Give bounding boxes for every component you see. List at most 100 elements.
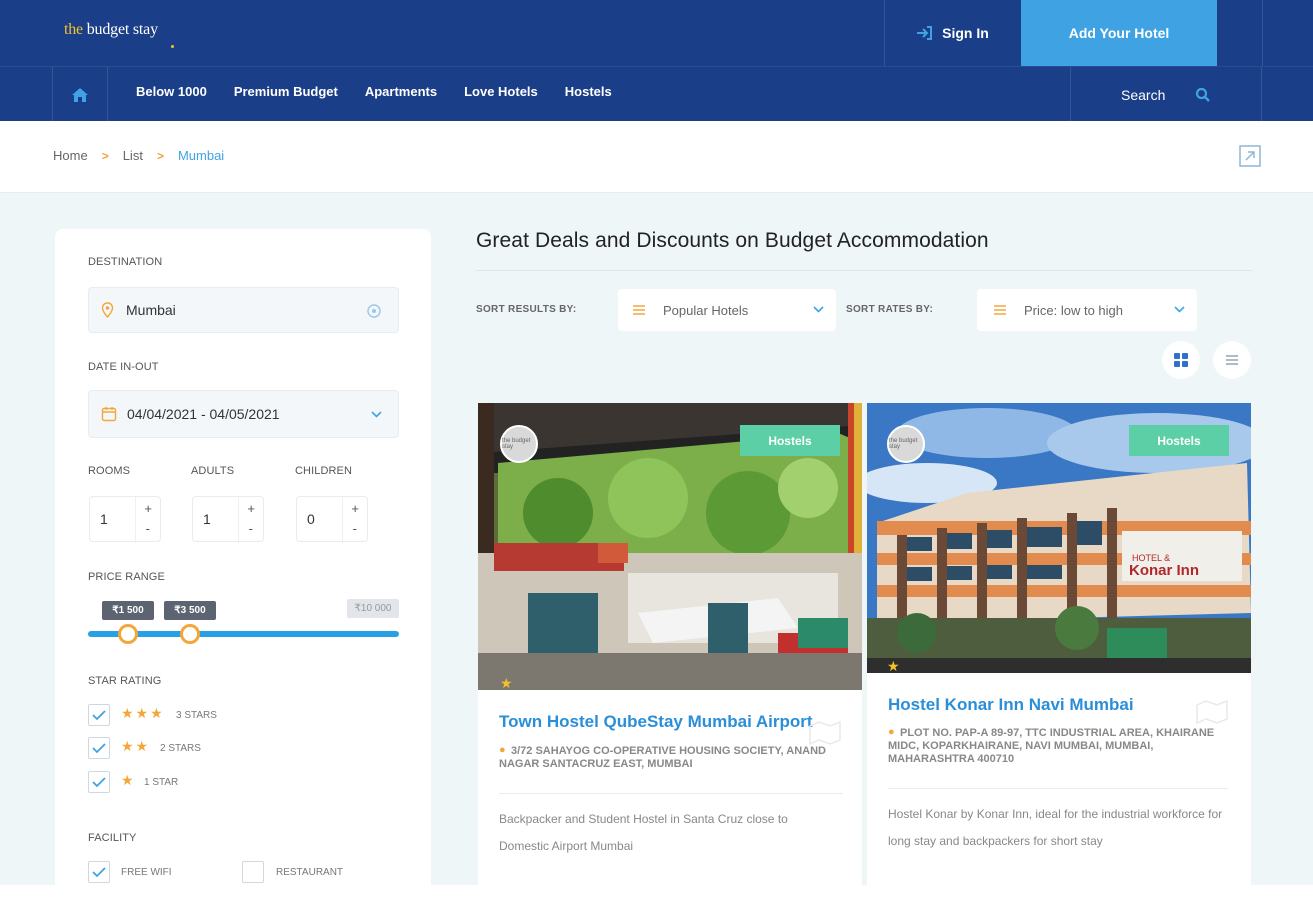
star-icon: ★ <box>887 658 900 674</box>
add-hotel-button[interactable]: Add Your Hotel <box>1021 0 1217 66</box>
decrement-button[interactable]: - <box>249 521 253 536</box>
star-icons-1: ★ <box>121 772 136 788</box>
nav-link-hostels[interactable]: Hostels <box>565 84 612 99</box>
chevron-down-icon <box>1174 306 1185 313</box>
star-1-checkbox[interactable] <box>88 771 110 793</box>
rooms-stepper[interactable]: 1 + - <box>89 496 161 543</box>
facility-label: FACILITY <box>88 832 137 844</box>
price-max-tag: ₹3 500 <box>164 601 216 620</box>
free-wifi-checkbox[interactable] <box>88 861 110 883</box>
increment-button[interactable]: + <box>351 501 359 516</box>
children-value: 0 <box>307 511 315 527</box>
nav-search-label: Search <box>1121 86 1166 103</box>
increment-button[interactable]: + <box>247 501 255 516</box>
adults-label: ADULTS <box>191 465 235 477</box>
decrement-button[interactable]: - <box>146 521 150 536</box>
free-wifi-label: FREE WIFI <box>121 867 172 878</box>
nav-link-apartments[interactable]: Apartments <box>365 84 437 99</box>
search-icon <box>1196 87 1211 102</box>
nav-link-premium-budget[interactable]: Premium Budget <box>234 84 338 99</box>
hotel-description: Backpacker and Student Hostel in Santa C… <box>499 812 788 853</box>
hotel-title[interactable]: Hostel Konar Inn Navi Mumbai <box>888 695 1134 715</box>
chevron-down-icon <box>371 411 382 418</box>
price-slider-min-handle[interactable] <box>118 624 138 644</box>
add-hotel-label: Add Your Hotel <box>1068 25 1170 41</box>
nav-links: Below 1000 Premium Budget Apartments Lov… <box>136 84 612 99</box>
rooms-value: 1 <box>100 511 108 527</box>
divider <box>476 270 1252 271</box>
nav-search-button[interactable]: Search <box>1070 67 1262 122</box>
sign-in-button[interactable]: Sign In <box>884 0 1021 66</box>
price-min-tag: ₹1 500 <box>102 601 154 620</box>
map-icon[interactable] <box>1195 695 1229 725</box>
breadcrumb-current: Mumbai <box>177 148 225 163</box>
grid-view-button[interactable] <box>1162 341 1200 379</box>
sort-results-label: SORT RESULTS BY: <box>476 304 577 315</box>
restaurant-checkbox[interactable] <box>242 861 264 883</box>
home-icon <box>72 87 88 102</box>
map-icon[interactable] <box>808 716 842 746</box>
nav-link-love-hotels[interactable]: Love Hotels <box>464 84 538 99</box>
rooms-label: ROOMS <box>88 465 131 477</box>
breadcrumb-list[interactable]: List <box>123 148 143 163</box>
check-icon <box>92 777 106 788</box>
destination-value: Mumbai <box>126 302 176 318</box>
sort-results-select[interactable]: Popular Hotels <box>618 289 836 331</box>
locate-icon[interactable] <box>366 303 382 319</box>
list-icon <box>633 305 645 315</box>
star-1-label: 1 STAR <box>144 777 179 788</box>
star-2-label: 2 STARS <box>160 743 201 754</box>
list-icon <box>1226 355 1238 365</box>
check-icon <box>92 743 106 754</box>
hotel-card[interactable]: Hostels the budget stay ★ Town Hostel Qu… <box>478 403 862 885</box>
date-label: DATE IN-OUT <box>88 361 159 373</box>
price-range-label: PRICE RANGE <box>88 571 165 583</box>
category-badge: Hostels <box>740 425 840 456</box>
children-stepper[interactable]: 0 + - <box>296 496 368 543</box>
list-view-button[interactable] <box>1213 341 1251 379</box>
hotel-title[interactable]: Town Hostel QubeStay Mumbai Airport <box>499 712 813 732</box>
owner-avatar: the budget stay <box>887 425 925 463</box>
sort-rates-value: Price: low to high <box>1024 302 1123 318</box>
star-2-checkbox[interactable] <box>88 737 110 759</box>
logo-dot <box>171 45 174 48</box>
page-bottom <box>0 885 1313 900</box>
destination-input[interactable]: Mumbai <box>88 287 399 333</box>
expand-icon[interactable] <box>1239 145 1261 167</box>
restaurant-label: RESTAURANT <box>276 867 344 878</box>
breadcrumb-bar: Home > List > Mumbai <box>0 121 1313 193</box>
date-range-input[interactable]: 04/04/2021 - 04/05/2021 <box>88 390 399 438</box>
sign-line-2: Konar Inn <box>1129 562 1199 579</box>
breadcrumb-home[interactable]: Home <box>53 148 88 163</box>
price-slider-max-handle[interactable] <box>180 624 200 644</box>
adults-stepper[interactable]: 1 + - <box>192 496 264 543</box>
increment-button[interactable]: + <box>144 501 152 516</box>
chevron-down-icon <box>813 306 824 313</box>
star-icons-2: ★★ <box>121 738 151 754</box>
owner-avatar: the budget stay <box>500 425 538 463</box>
logo-text: budget stay <box>82 21 158 38</box>
star-3-checkbox[interactable] <box>88 704 110 726</box>
logo-the: the <box>64 21 83 38</box>
main-nav: Below 1000 Premium Budget Apartments Lov… <box>0 66 1313 122</box>
hotel-address: 3/72 SAHAYOG CO-OPERATIVE HOUSING SOCIET… <box>499 745 826 770</box>
home-button[interactable] <box>52 67 108 122</box>
destination-label: DESTINATION <box>88 256 163 268</box>
check-icon <box>92 867 106 878</box>
nav-link-below-1000[interactable]: Below 1000 <box>136 84 207 99</box>
hotel-card[interactable]: HOTEL & Konar Inn Hostels the budget sta… <box>867 403 1251 885</box>
breadcrumb-separator: > <box>156 148 164 163</box>
calendar-icon <box>101 407 117 422</box>
site-logo[interactable]: the budget stay <box>64 21 158 39</box>
decrement-button[interactable]: - <box>353 521 357 536</box>
star-3-label: 3 STARS <box>176 710 217 721</box>
sign-in-icon <box>917 26 933 40</box>
sort-rates-label: SORT RATES BY: <box>846 304 934 315</box>
star-icon: ★ <box>500 675 513 691</box>
children-label: CHILDREN <box>295 465 353 477</box>
star-icons-3: ★★★ <box>121 705 165 721</box>
location-pin-icon <box>101 302 114 318</box>
category-badge: Hostels <box>1129 425 1229 456</box>
sort-rates-select[interactable]: Price: low to high <box>977 289 1197 331</box>
divider <box>342 497 343 543</box>
